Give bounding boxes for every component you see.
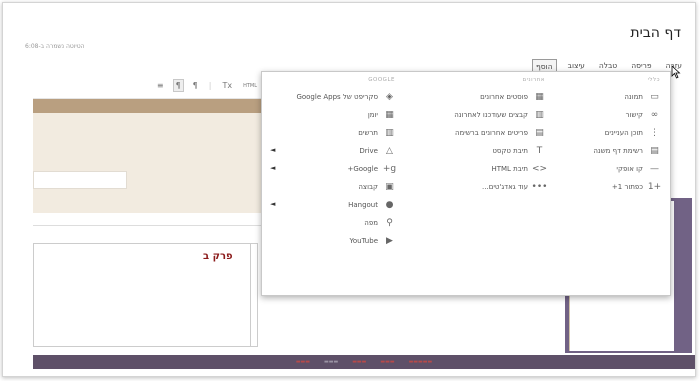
horizontal-line-icon: — (650, 164, 659, 174)
recent-list-icon: ▤ (535, 128, 544, 138)
submenu-arrow-icon: ◄ (270, 146, 276, 154)
footer-link[interactable]: ▬▬▬ (352, 359, 366, 365)
insert-menu-dropdown: כללי ▭ תמונה ∞ קישור ⋮ תוכן העניינים ▤ רשימת דף… (261, 71, 671, 296)
html-box-icon: <> (531, 164, 548, 174)
insert-menu-item[interactable]: +1 כפתור 1+ (555, 178, 670, 196)
insert-menu-item-label: קבצים שעודכנו לאחרונה (454, 111, 528, 119)
column-header: אחרונים (522, 77, 545, 83)
divider (33, 225, 263, 226)
insert-menu-item-label: Google+ (347, 165, 378, 173)
insert-menu-item[interactable]: — קו אופקי (555, 160, 670, 178)
insert-menu-item-label: Drive (359, 147, 378, 155)
editor-window: דף הבית הטיוטה נשמרה ב-6:08 הוסף עיצוב טבל… (2, 2, 696, 377)
plus-one-icon: +1 (647, 182, 662, 192)
ltr-button[interactable]: ¶ (191, 80, 200, 91)
insert-menu-item[interactable]: g+ Google+ ◄ (260, 160, 405, 178)
insert-menu-item-label: פוסטים אחרונים (480, 93, 528, 101)
insert-menu-item[interactable]: ▤ רשימת דף משנה (555, 142, 670, 160)
insert-menu-item[interactable]: ▦ פוסטים אחרונים (405, 88, 555, 106)
format-toolbar: ≡ ¶ ¶ | Tx HTML (33, 73, 263, 99)
header-text-box[interactable] (33, 171, 127, 189)
insert-recent-column: אחרונים ▦ פוסטים אחרונים ▥ קבצים שעודכנו לא… (405, 72, 555, 295)
insert-menu-item[interactable]: ▥ קבצים שעודכנו לאחרונה (405, 106, 555, 124)
insert-menu-item[interactable]: ⋮ תוכן העניינים (555, 124, 670, 142)
column-header: GOOGLE (368, 77, 395, 83)
insert-menu-item-label: סקריפט של Google Apps (296, 93, 378, 101)
insert-menu-item-label: עוד גאדג'טים... (482, 183, 528, 191)
page-footer: ▬▬▬ ▬▬▬ ▬▬▬ ▬▬▬ ▬▬▬▬▬ (33, 355, 695, 369)
insert-menu-item-label: תוכן העניינים (604, 129, 643, 137)
subpage-list-icon: ▤ (650, 146, 659, 156)
group-icon: ▣ (385, 182, 394, 192)
footer-link[interactable]: ▬▬▬▬▬ (409, 359, 433, 365)
insert-menu-item-label: כפתור 1+ (611, 183, 643, 191)
insert-menu-item[interactable]: ● Hangout ◄ (260, 196, 405, 214)
insert-menu-item[interactable]: ▶ YouTube (260, 232, 405, 250)
clear-format-button[interactable]: Tx (220, 80, 234, 91)
insert-menu-item[interactable]: ▦ יומן (260, 106, 405, 124)
insert-general-column: כללי ▭ תמונה ∞ קישור ⋮ תוכן העניינים ▤ רשימת דף… (555, 72, 670, 295)
insert-google-column: GOOGLE ◈ סקריפט של Google Apps ▦ יומן ▥ תרשים… (260, 72, 405, 295)
insert-menu-item-label: פריטים אחרונים ברשימה (454, 129, 528, 137)
footer-text: ▬▬▬ (324, 359, 339, 365)
toc-icon: ⋮ (650, 128, 659, 138)
drive-icon: △ (386, 146, 393, 156)
insert-menu-item[interactable]: ⚲ מפה (260, 214, 405, 232)
google-plus-icon: g+ (382, 164, 397, 174)
insert-menu-item-label: תרשים (358, 129, 378, 137)
insert-menu-item[interactable]: ▭ תמונה (555, 88, 670, 106)
text-box-icon: T (536, 146, 543, 156)
insert-menu-item-label: רשימת דף משנה (593, 147, 643, 155)
insert-menu-item[interactable]: <> תיבת HTML (405, 160, 555, 178)
draft-saved-status: הטיוטה נשמרה ב-6:08 (25, 43, 85, 50)
column-divider (250, 243, 251, 347)
insert-menu-item[interactable]: ••• עוד גאדג'טים... (405, 178, 555, 196)
mouse-cursor-icon (671, 65, 681, 79)
image-icon: ▭ (650, 92, 659, 102)
rtl-button[interactable]: ¶ (172, 79, 184, 92)
insert-menu-item[interactable]: T תיבת טקסט (405, 142, 555, 160)
column-header: כללי (647, 77, 660, 83)
insert-menu-item-label: מפה (364, 219, 378, 227)
submenu-arrow-icon: ◄ (270, 164, 276, 172)
insert-menu-item-label: קו אופקי (616, 165, 643, 173)
toolbar-separator: | (208, 81, 212, 90)
insert-menu-item[interactable]: ∞ קישור (555, 106, 670, 124)
insert-menu-item-label: קבוצה (358, 183, 378, 191)
insert-menu-item-label: קישור (625, 111, 643, 119)
youtube-icon: ▶ (386, 236, 393, 246)
recent-files-icon: ▥ (535, 110, 544, 120)
map-icon: ⚲ (386, 218, 393, 228)
insert-menu-item[interactable]: ▤ פריטים אחרונים ברשימה (405, 124, 555, 142)
submenu-arrow-icon: ◄ (270, 200, 276, 208)
hangout-icon: ● (385, 200, 394, 210)
recent-posts-icon: ▦ (535, 92, 544, 102)
calendar-icon: ▦ (385, 110, 394, 120)
html-button[interactable]: HTML (241, 82, 259, 90)
header-band (33, 99, 263, 113)
insert-menu-item-label: Hangout (348, 201, 378, 209)
insert-menu-item-label: YouTube (349, 237, 378, 245)
insert-menu-item-label: יומן (367, 111, 378, 119)
header-area (33, 113, 263, 213)
insert-menu-item[interactable]: ▣ קבוצה (260, 178, 405, 196)
chart-icon: ▥ (385, 128, 394, 138)
insert-menu-item[interactable]: ◈ סקריפט של Google Apps (260, 88, 405, 106)
insert-menu-item-label: תיבת טקסט (492, 147, 528, 155)
insert-menu-item-label: תיבת HTML (491, 165, 528, 173)
insert-menu-item-label: תמונה (624, 93, 643, 101)
section-heading: פרק ב (203, 251, 233, 262)
footer-link[interactable]: ▬▬▬ (296, 359, 310, 365)
more-gadgets-icon: ••• (531, 182, 548, 192)
insert-menu-item[interactable]: △ Drive ◄ (260, 142, 405, 160)
insert-menu-item[interactable]: ▥ תרשים (260, 124, 405, 142)
link-icon: ∞ (650, 110, 659, 120)
footer-link[interactable]: ▬▬▬ (380, 359, 394, 365)
align-button[interactable]: ≡ (155, 80, 166, 91)
apps-script-icon: ◈ (386, 92, 393, 102)
page-title: דף הבית (630, 25, 681, 41)
